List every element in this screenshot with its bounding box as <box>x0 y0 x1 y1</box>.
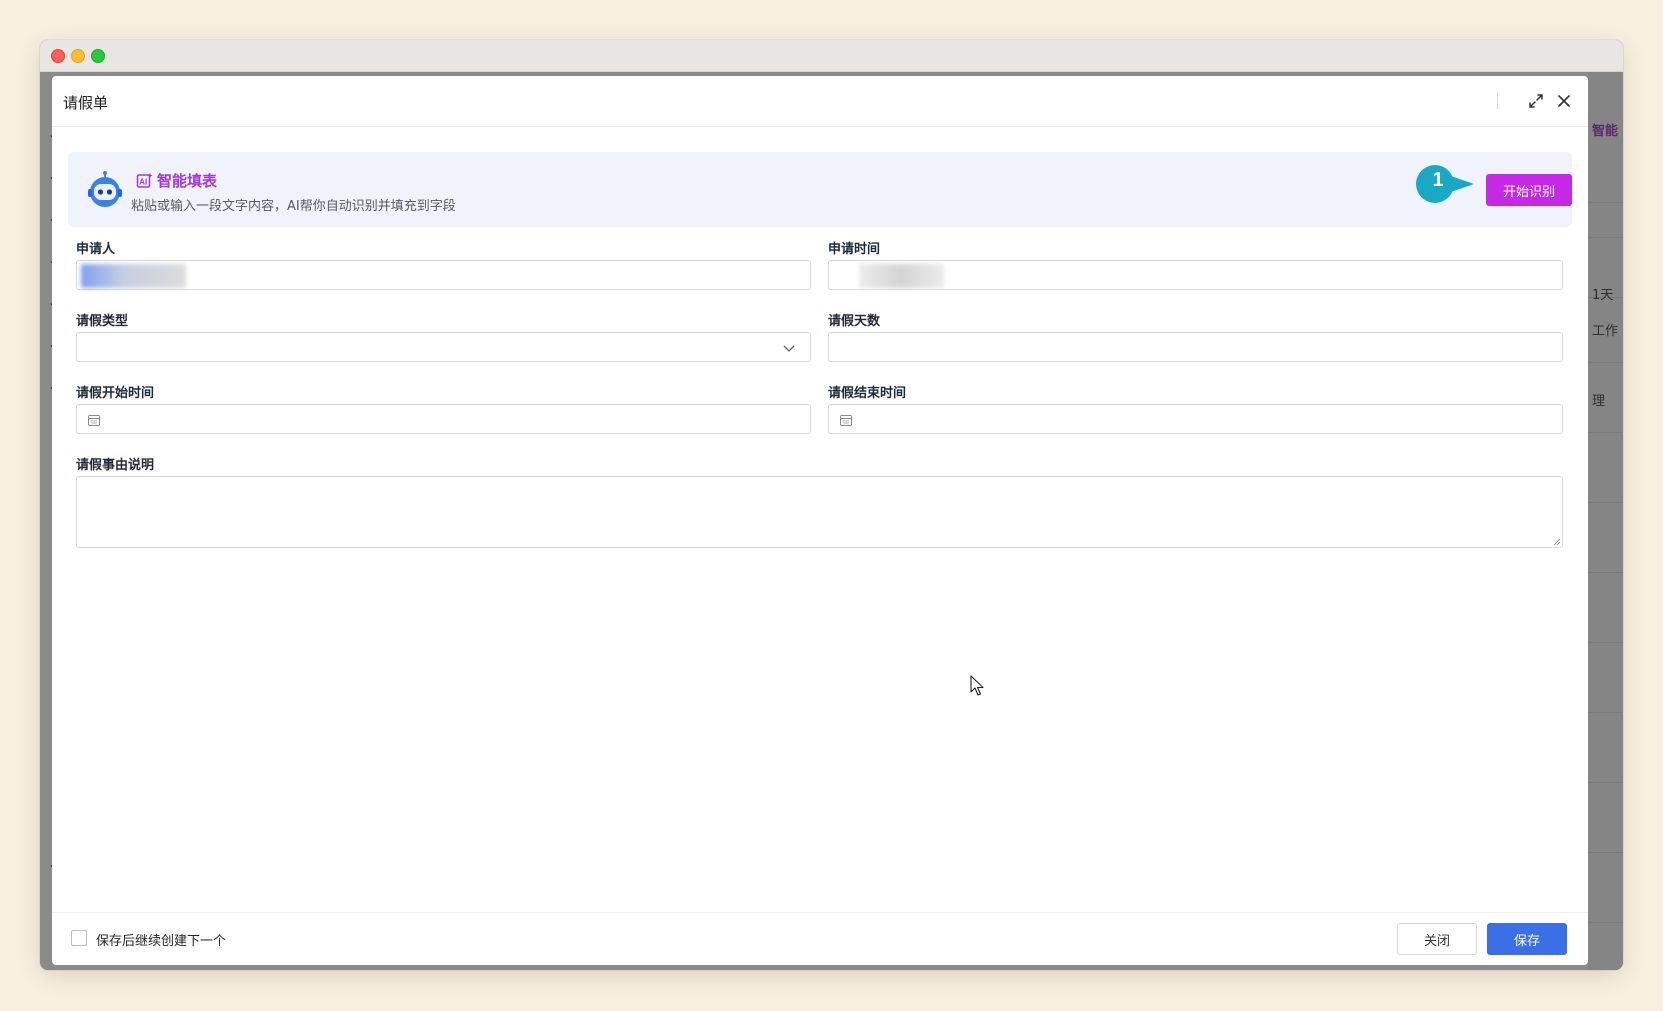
continue-create-label[interactable]: 保存后继续创建下一个 <box>96 930 226 949</box>
applicant-label: 申请人 <box>76 242 116 257</box>
robot-icon <box>88 171 122 207</box>
reason-textarea[interactable] <box>76 476 1563 548</box>
start-recognition-button[interactable]: 开始识别 <box>1486 174 1572 206</box>
leave-end-datepicker[interactable] <box>828 404 1563 434</box>
calendar-icon <box>840 415 852 426</box>
modal-title: 请假单 <box>63 94 109 112</box>
leave-days-input[interactable] <box>828 332 1563 362</box>
background-list: 智能 1天 工作 理 <box>1588 72 1623 970</box>
leave-type-select[interactable] <box>76 332 811 362</box>
close-icon[interactable] <box>1553 90 1575 112</box>
ai-smart-fill-banner: AI 智能填表 粘贴或输入一段文字内容，AI帮你自动识别并填充到字段 开始识别 <box>68 152 1572 227</box>
modal-footer: 保存后继续创建下一个 关闭 保存 <box>52 912 1588 965</box>
ai-fill-subtitle: 粘贴或输入一段文字内容，AI帮你自动识别并填充到字段 <box>131 199 456 214</box>
applicant-field[interactable] <box>76 260 811 290</box>
background-text: 工作 <box>1592 324 1619 339</box>
leave-start-datepicker[interactable] <box>76 404 811 434</box>
applicant-avatar <box>81 264 186 288</box>
ai-sparkle-icon: AI <box>136 173 153 188</box>
mouse-cursor-icon <box>970 675 984 696</box>
header-divider <box>1497 93 1498 109</box>
background-ai-label: 智能 <box>1592 124 1619 139</box>
zoom-window-button[interactable] <box>91 49 105 63</box>
expand-icon[interactable] <box>1525 90 1547 112</box>
resize-grip-icon[interactable] <box>1551 536 1561 546</box>
step-number: 1 <box>1432 169 1444 191</box>
leave-end-label: 请假结束时间 <box>828 386 907 401</box>
close-button[interactable]: 关闭 <box>1397 923 1477 955</box>
background-text: 理 <box>1592 394 1606 409</box>
leave-start-label: 请假开始时间 <box>76 386 155 401</box>
leave-type-label: 请假类型 <box>76 314 129 329</box>
minimize-window-button[interactable] <box>71 49 85 63</box>
modal-header: 请假单 <box>52 76 1588 127</box>
chevron-down-icon <box>783 345 795 352</box>
apply-time-field[interactable] <box>828 260 1563 290</box>
ai-fill-title: 智能填表 <box>157 172 218 190</box>
svg-text:AI: AI <box>139 178 147 187</box>
background-text: 1天 <box>1592 288 1614 303</box>
close-window-button[interactable] <box>51 49 65 63</box>
window-titlebar <box>40 40 1623 72</box>
apply-time-value <box>859 264 944 288</box>
leave-days-label: 请假天数 <box>828 314 881 329</box>
leave-form-modal: 请假单 AI 智能填表 粘贴或输入一段文字内容，AI帮你自动识别并填充到字段 开… <box>52 76 1588 965</box>
apply-time-label: 申请时间 <box>828 242 881 257</box>
continue-create-checkbox[interactable] <box>71 930 87 946</box>
calendar-icon <box>88 415 100 426</box>
reason-label: 请假事由说明 <box>76 458 155 473</box>
save-button[interactable]: 保存 <box>1487 923 1567 955</box>
